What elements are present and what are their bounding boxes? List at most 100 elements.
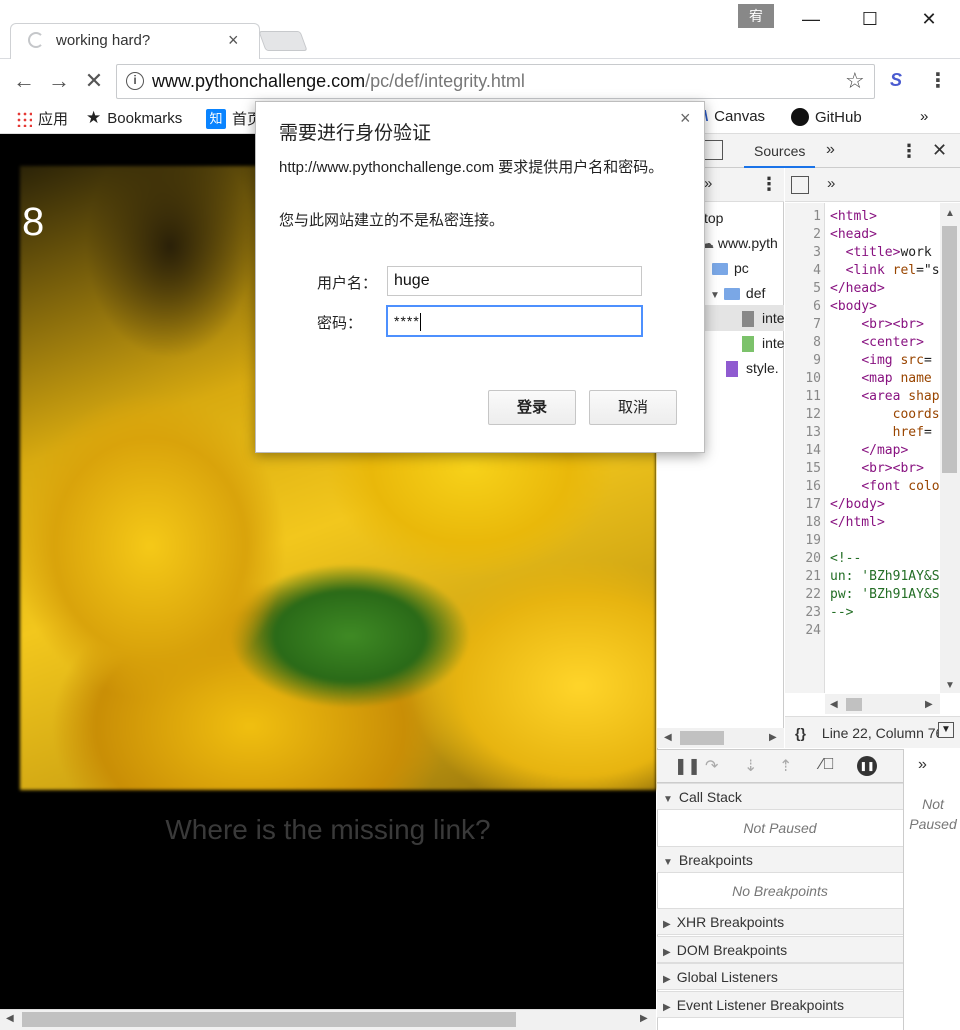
site-info-icon[interactable]: i [126,72,144,90]
expanded-arrow-icon: ▼ [663,794,673,805]
global-listeners-header[interactable]: ▶ Global Listeners [657,963,903,990]
code-line[interactable]: <map name [830,371,940,386]
code-line[interactable]: <title>work [830,245,940,260]
username-field[interactable]: huge [387,266,642,296]
deactivate-breakpoints-icon[interactable]: ⁄⃥ [820,756,835,774]
tree-item-file1[interactable]: inte [742,310,785,328]
extension-icon[interactable]: S [890,70,902,91]
code-line[interactable]: <img src= [830,353,940,368]
password-field[interactable]: **** [387,306,642,336]
maximize-button[interactable]: ☐ [855,6,885,32]
new-tab-button[interactable] [258,31,308,51]
editor-vscroll-thumb[interactable] [942,226,957,473]
devtools-menu-icon[interactable]: ⋮ [900,141,918,162]
breakpoints-header[interactable]: ▼ Breakpoints [657,846,903,873]
toggle-navigator-icon[interactable] [791,176,809,194]
bookmark-github[interactable]: GitHub [791,108,862,126]
bookmark-star-icon[interactable]: ☆ [845,68,865,94]
bookmark-label: 应用 [38,111,69,128]
cursor-position: Line 22, Column 76 [821,725,944,741]
browser-menu-icon[interactable]: ⋮ [928,68,948,93]
pretty-print-button[interactable]: {} [795,725,806,741]
section-title: Breakpoints [678,852,753,868]
scroll-right-arrow-icon[interactable]: ▶ [769,732,777,743]
page-scroll-thumb[interactable] [22,1012,516,1027]
scroll-down-arrow-icon[interactable]: ▼ [945,680,955,691]
code-line[interactable]: <head> [830,227,940,242]
code-line[interactable]: </body> [830,497,940,512]
stop-button[interactable]: ✕ [80,66,108,96]
coverage-toggle-icon[interactable]: ▼ [938,722,954,738]
bookmark-canvas[interactable]: \ Canvas [704,108,765,125]
navigator-scroll-thumb[interactable] [680,731,724,745]
tree-item-top[interactable]: top [704,210,723,226]
step-into-icon[interactable]: ⇣ [744,756,757,776]
editor-hscroll-thumb[interactable] [846,698,862,711]
window-close-button[interactable]: ✕ [914,6,944,32]
bookmarks-overflow-button[interactable]: » [920,108,928,125]
devtools-close-button[interactable]: ✕ [932,140,947,161]
code-line[interactable]: un: 'BZh91AY&S [830,569,940,584]
cancel-button[interactable]: 取消 [589,390,677,425]
code-line[interactable]: <body> [830,299,940,314]
call-stack-header[interactable]: ▼ Call Stack [657,783,903,810]
editor-status-bar: {} Line 22, Column 76 [785,716,960,748]
forward-button[interactable]: → [45,66,73,96]
code-line[interactable]: <link rel="s [830,263,940,278]
tree-label: www.pyth [717,235,778,251]
tab-sources[interactable]: Sources [744,134,816,168]
url-text[interactable]: www.pythonchallenge.com/pc/def/integrity… [152,71,525,92]
code-line[interactable]: <html> [830,209,940,224]
editor-more-button[interactable]: » [827,175,835,192]
code-line[interactable]: </map> [830,443,940,458]
event-listener-breakpoints-header[interactable]: ▶ Event Listener Breakpoints [657,991,903,1018]
navigator-menu-icon[interactable]: ⋮ [760,174,778,195]
dock-side-icon[interactable] [703,140,723,160]
scope-more-button[interactable]: » [918,756,927,774]
tree-item-file2[interactable]: inte [742,335,785,353]
tree-item-host[interactable]: ☁ www.pyth [700,235,778,252]
code-line[interactable]: --> [830,605,940,620]
scroll-right-arrow-icon[interactable]: ▶ [925,699,933,710]
code-line[interactable]: coords [830,407,940,422]
minimize-button[interactable]: — [796,6,826,32]
code-line[interactable]: <font colo [830,479,940,494]
scroll-left-arrow-icon[interactable]: ◀ [6,1013,14,1024]
bookmark-apps[interactable]: 应用 [16,108,68,129]
code-line[interactable]: pw: 'BZh91AY&S [830,587,940,602]
bookmark-home[interactable]: 知首页 [206,108,262,129]
scroll-left-arrow-icon[interactable]: ◀ [830,699,838,710]
step-out-icon[interactable]: ⇡ [779,756,792,776]
section-title: DOM Breakpoints [676,942,788,958]
code-line[interactable]: <br><br> [830,461,940,476]
scroll-up-arrow-icon[interactable]: ▲ [945,208,955,219]
code-line[interactable]: <br><br> [830,317,940,332]
tree-item-def[interactable]: ▼ def [710,285,765,301]
code-line[interactable]: </head> [830,281,940,296]
pause-on-exceptions-icon[interactable]: ❚❚ [857,756,877,776]
scroll-right-arrow-icon[interactable]: ▶ [640,1013,648,1024]
code-line[interactable]: href= [830,425,940,440]
editor-hscrollbar[interactable] [825,694,940,714]
code-line[interactable]: <center> [830,335,940,350]
more-tabs-button[interactable]: » [826,141,835,159]
login-button[interactable]: 登录 [488,390,576,425]
code-line[interactable]: <area shap [830,389,940,404]
tree-label: def [745,285,766,301]
tree-item-style[interactable]: style. [726,360,779,378]
scroll-left-arrow-icon[interactable]: ◀ [664,732,672,743]
line-number: 8 [813,335,821,350]
xhr-breakpoints-header[interactable]: ▶ XHR Breakpoints [657,908,903,935]
code-line[interactable]: </html> [830,515,940,530]
bookmark-bookmarks[interactable]: ★ Bookmarks [86,108,182,128]
code-line[interactable]: <!-- [830,551,940,566]
line-number: 10 [805,371,821,386]
navigator-more-button[interactable]: » [704,175,712,192]
pause-button-icon[interactable]: ❚❚ [674,756,701,776]
back-button[interactable]: ← [10,66,38,96]
step-over-icon[interactable]: ↷ [705,756,718,776]
dialog-close-button[interactable]: × [680,108,691,129]
tab-close-button[interactable]: × [228,30,239,51]
tree-item-pc[interactable]: pc [712,260,749,276]
dom-breakpoints-header[interactable]: ▶ DOM Breakpoints [657,936,903,963]
